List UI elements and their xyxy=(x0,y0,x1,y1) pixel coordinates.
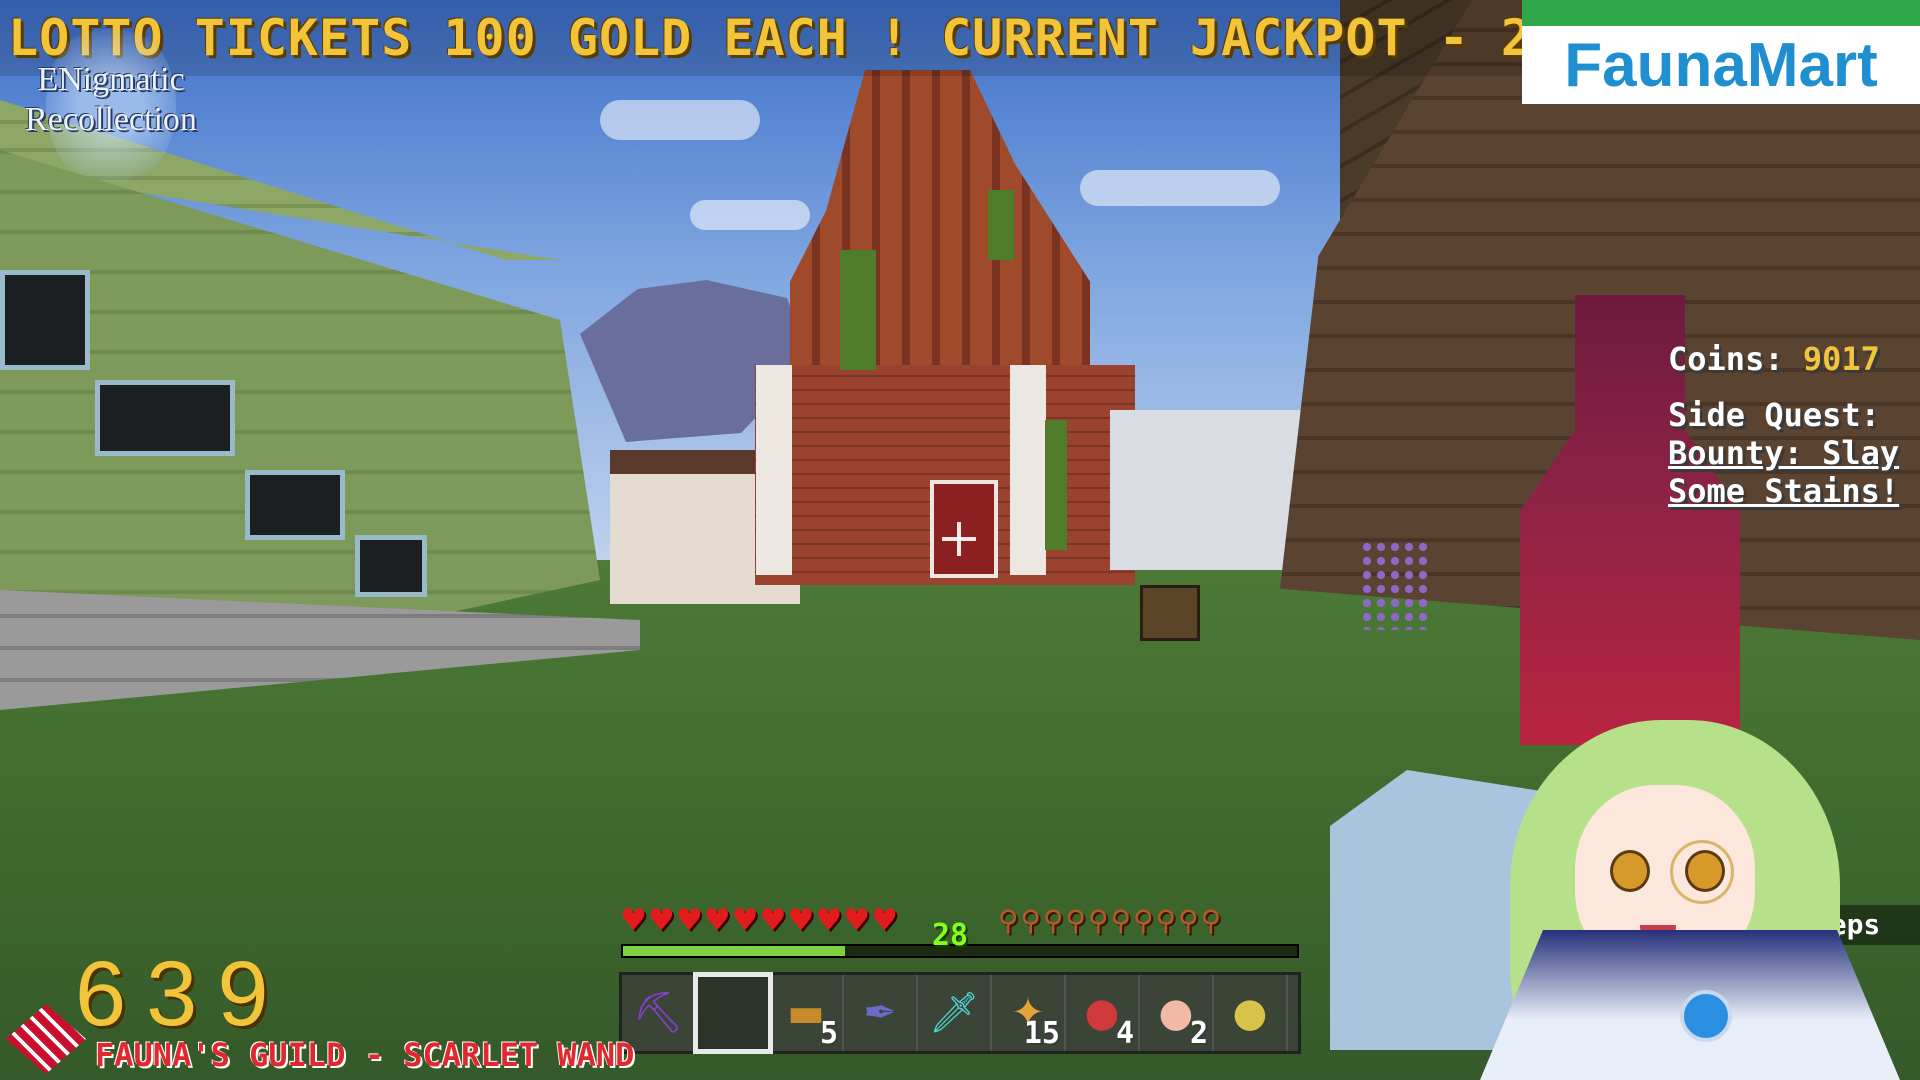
hotbar-slot[interactable]: 🗡 xyxy=(918,975,992,1051)
building-window xyxy=(355,535,427,597)
drumstick-icon: ⚲ xyxy=(1133,904,1154,937)
feather-icon: ✒ xyxy=(863,990,897,1036)
experience-fill xyxy=(623,946,846,956)
quest-line-2[interactable]: Some Stains! xyxy=(1668,472,1920,510)
heart-icon: ♥ xyxy=(647,903,675,938)
heart-icon: ♥ xyxy=(815,903,843,938)
building-window xyxy=(95,380,235,456)
vines xyxy=(988,190,1014,260)
counter-value: 639 xyxy=(75,943,289,1045)
experience-level: 28 xyxy=(932,918,969,953)
hotbar-slot[interactable] xyxy=(693,972,773,1054)
castle-wall xyxy=(1110,410,1310,570)
heart-icon: ♥ xyxy=(675,903,703,938)
hunger-bar: ⚲ ⚲ ⚲ ⚲ ⚲ ⚲ ⚲ ⚲ ⚲ ⚲ xyxy=(998,906,1221,936)
lavender-plant xyxy=(1360,540,1430,630)
brooch-icon xyxy=(1680,990,1732,1042)
chest[interactable] xyxy=(1140,585,1200,641)
heart-icon: ♥ xyxy=(787,903,815,938)
brand-name: FaunaMart xyxy=(1564,30,1878,100)
health-bar: ♥ ♥ ♥ ♥ ♥ ♥ ♥ ♥ ♥ ♥ xyxy=(620,906,898,936)
vines xyxy=(840,250,876,370)
drumstick-icon: ⚲ xyxy=(1155,904,1177,937)
hotbar-slot[interactable]: ▬ 5 xyxy=(770,975,844,1051)
lotto-marquee: LOTTO TICKETS 100 GOLD EACH ! CURRENT JA… xyxy=(0,0,1624,76)
hotbar[interactable]: ⛏ ▬ 5 ✒ 🗡 ✦ 15 ● 4 ● 2 ● xyxy=(619,972,1301,1054)
vines xyxy=(1045,420,1067,550)
drumstick-icon: ⚲ xyxy=(1065,904,1087,937)
drumstick-icon: ⚲ xyxy=(1020,904,1042,937)
building-window xyxy=(0,270,90,370)
vtuber-avatar xyxy=(1480,700,1920,1080)
item-count: 4 xyxy=(1115,1016,1134,1051)
guild-title: FAUNA'S GUILD - SCARLET WAND xyxy=(95,1036,635,1074)
drumstick-icon: ⚲ xyxy=(998,904,1019,937)
logo-line-1: ENigmatic xyxy=(37,61,185,98)
quest-label: Side Quest: xyxy=(1668,396,1880,434)
drumstick-icon: ⚲ xyxy=(1088,904,1109,937)
cloud xyxy=(690,200,810,230)
heart-icon: ♥ xyxy=(620,903,647,938)
avatar-eye xyxy=(1685,850,1725,892)
heart-icon: ♥ xyxy=(703,903,731,938)
heart-icon: ♥ xyxy=(759,903,787,938)
diamond-sword-icon: 🗡 xyxy=(928,990,980,1036)
logo-line-2: Recollection xyxy=(25,101,197,138)
heart-icon: ♥ xyxy=(871,903,899,938)
drumstick-icon: ⚲ xyxy=(1043,904,1064,937)
hotbar-slot[interactable]: ● xyxy=(1214,975,1288,1051)
cloud xyxy=(1080,170,1280,206)
cloud xyxy=(600,100,760,140)
drumstick-icon: ⚲ xyxy=(1178,904,1199,937)
heart-icon: ♥ xyxy=(731,903,759,938)
faunamart-banner: FaunaMart xyxy=(1522,0,1920,104)
coins-value: 9017 xyxy=(1802,340,1880,378)
scoreboard-sidebar: Coins: 9017 Side Quest: Bounty: Slay Som… xyxy=(1668,340,1920,510)
hotbar-slot[interactable]: ● 2 xyxy=(1140,975,1214,1051)
raw-beef-icon: ● xyxy=(1084,990,1120,1036)
item-count: 15 xyxy=(1023,1016,1060,1051)
netherite-pickaxe-icon: ⛏ xyxy=(632,990,684,1036)
building-window xyxy=(245,470,345,540)
hotbar-slot[interactable]: ✦ 15 xyxy=(992,975,1066,1051)
item-count: 2 xyxy=(1189,1016,1208,1051)
avatar-eye xyxy=(1610,850,1650,892)
item-count: 5 xyxy=(819,1016,838,1051)
crosshair xyxy=(942,522,976,556)
drumstick-icon: ⚲ xyxy=(1200,904,1222,937)
hotbar-slot[interactable]: ● 4 xyxy=(1066,975,1140,1051)
drumstick-icon: ⚲ xyxy=(1110,904,1132,937)
marquee-text: LOTTO TICKETS 100 GOLD EACH ! CURRENT JA… xyxy=(8,9,1626,67)
egg-icon: ● xyxy=(1232,990,1268,1036)
heart-icon: ♥ xyxy=(843,903,871,938)
quest-line-1[interactable]: Bounty: Slay xyxy=(1668,434,1920,472)
event-logo: ENigmatic Recollection xyxy=(6,10,216,190)
raw-chicken-icon: ● xyxy=(1158,990,1194,1036)
tower-pillar xyxy=(1010,365,1046,575)
coins-row: Coins: 9017 xyxy=(1668,340,1920,378)
coins-label: Coins: xyxy=(1668,340,1784,378)
hotbar-slot[interactable]: ✒ xyxy=(844,975,918,1051)
tower-pillar xyxy=(756,365,792,575)
